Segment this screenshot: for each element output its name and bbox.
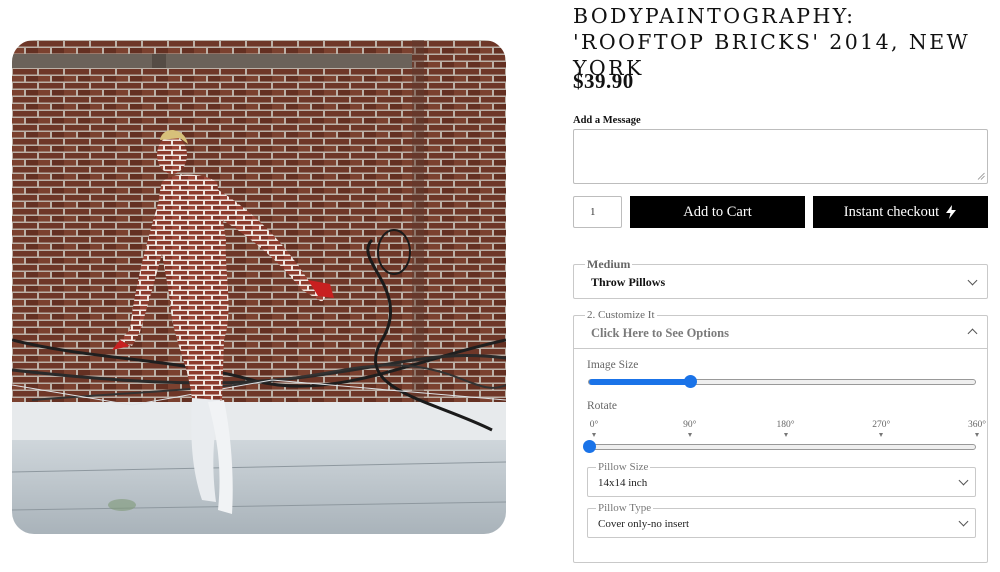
resize-handle-icon[interactable] bbox=[977, 172, 985, 180]
quantity-input[interactable]: 1 bbox=[573, 196, 622, 228]
medium-select[interactable]: Medium Throw Pillows bbox=[573, 258, 988, 299]
chevron-up-icon bbox=[967, 328, 978, 339]
medium-selected-value: Throw Pillows bbox=[591, 275, 666, 289]
rotate-tick-mark bbox=[783, 433, 788, 437]
pillow-type-select[interactable]: Pillow Type Cover only-no insert bbox=[587, 502, 976, 538]
rotate-tick-label: 0° bbox=[589, 420, 599, 430]
rotate-tick-label: 180° bbox=[776, 420, 795, 430]
rotate-tick-label: 360° bbox=[967, 420, 987, 430]
instant-checkout-label: Instant checkout bbox=[843, 203, 940, 220]
bodypaint-photo bbox=[12, 40, 506, 534]
lightning-bolt-icon bbox=[946, 205, 957, 219]
rotate-label: Rotate bbox=[587, 400, 618, 412]
customize-section: 2. Customize It Click Here to See Option… bbox=[573, 309, 988, 563]
instant-checkout-button[interactable]: Instant checkout bbox=[813, 196, 988, 228]
product-image[interactable] bbox=[12, 40, 506, 534]
rotate-tick-label: 90° bbox=[683, 420, 697, 430]
medium-legend: Medium bbox=[585, 257, 633, 271]
image-size-slider-fill bbox=[589, 379, 690, 385]
chevron-down-icon bbox=[967, 275, 978, 286]
rotate-tick-mark bbox=[975, 433, 979, 437]
rotate-slider-thumb[interactable] bbox=[583, 440, 596, 453]
add-to-cart-label: Add to Cart bbox=[683, 203, 752, 220]
message-label: Add a Message bbox=[573, 115, 641, 126]
customize-toggle[interactable]: Click Here to See Options bbox=[574, 316, 987, 349]
rotate-tick-mark bbox=[879, 433, 884, 437]
product-price: $39.90 bbox=[573, 69, 634, 93]
rotate-tick-mark bbox=[687, 433, 692, 437]
pillow-type-selected-value: Cover only-no insert bbox=[598, 518, 690, 530]
rotate-tick-mark bbox=[592, 433, 596, 437]
pillow-size-selected-value: 14x14 inch bbox=[598, 477, 648, 489]
add-to-cart-button[interactable]: Add to Cart bbox=[630, 196, 805, 228]
image-size-slider-thumb[interactable] bbox=[683, 375, 697, 388]
rotate-slider[interactable] bbox=[583, 440, 976, 453]
rotate-tick-label: 270° bbox=[872, 420, 891, 430]
product-title: BODYPAINTOGRAPHY: 'ROOFTOP BRICKS' 2014,… bbox=[573, 4, 971, 80]
message-textarea[interactable] bbox=[573, 129, 988, 184]
chevron-down-icon bbox=[958, 475, 969, 486]
image-size-label: Image Size bbox=[587, 359, 639, 371]
pillow-size-legend: Pillow Size bbox=[596, 461, 651, 474]
customize-header-label: Click Here to See Options bbox=[591, 326, 729, 340]
image-size-slider[interactable] bbox=[588, 375, 976, 388]
pillow-size-select[interactable]: Pillow Size 14x14 inch bbox=[587, 461, 976, 497]
pillow-type-legend: Pillow Type bbox=[596, 502, 654, 515]
chevron-down-icon bbox=[958, 516, 969, 527]
